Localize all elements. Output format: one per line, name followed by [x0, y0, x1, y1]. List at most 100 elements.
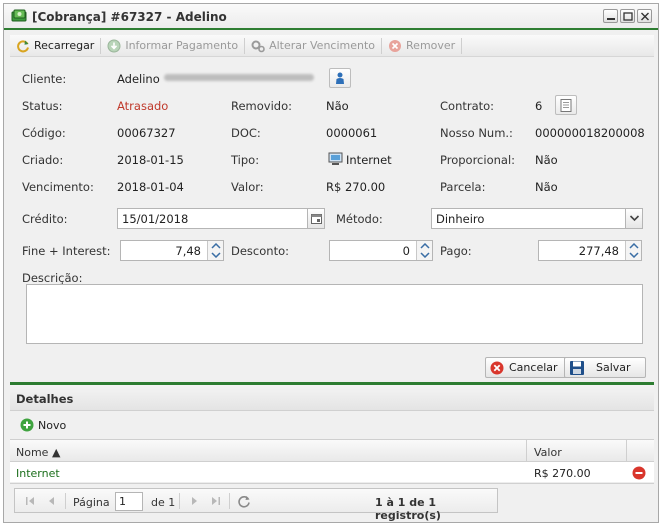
remove-label: Remover — [406, 39, 456, 52]
column-divider — [526, 440, 527, 462]
new-item-label: Novo — [38, 418, 67, 432]
contract-label: Contrato: — [440, 99, 495, 113]
remove-button[interactable]: Remover — [382, 36, 461, 56]
created-label: Criado: — [22, 153, 64, 167]
discount-spinner[interactable] — [416, 241, 432, 260]
refresh-icon[interactable] — [237, 494, 251, 508]
paid-spinner[interactable] — [625, 241, 641, 260]
details-title: Detalhes — [16, 392, 74, 406]
method-dropdown-trigger[interactable] — [625, 208, 643, 229]
payment-icon — [107, 39, 121, 52]
toolbar-divider — [461, 37, 463, 54]
spin-up-icon — [420, 243, 430, 249]
previous-page-icon[interactable] — [45, 494, 59, 508]
close-button[interactable] — [637, 9, 652, 23]
method-label: Método: — [336, 212, 383, 226]
created-value: 2018-01-15 — [117, 153, 184, 167]
pagination-bar: Página 1 de 1 1 à 1 de 1 registro(s) — [10, 483, 654, 522]
type-value: Internet — [346, 153, 392, 167]
grid-header: Nome ▲ Valor — [10, 439, 654, 462]
document-icon — [560, 99, 572, 112]
gears-icon — [251, 40, 265, 52]
fine-interest-value: 7,48 — [175, 244, 201, 258]
amount-label: Valor: — [231, 180, 264, 194]
amount-value: R$ 270.00 — [326, 180, 386, 194]
spin-down-icon — [629, 252, 639, 258]
discount-label: Desconto: — [231, 244, 289, 258]
main-toolbar: Recarregar Informar Pagamento Alterar Ve… — [10, 35, 654, 57]
save-icon — [570, 360, 584, 375]
installment-value: Não — [535, 180, 558, 194]
details-toolbar: Novo — [10, 411, 654, 439]
fine-interest-field[interactable]: 7,48 — [120, 240, 224, 261]
open-client-button[interactable] — [329, 68, 351, 88]
column-header-value[interactable]: Valor — [534, 446, 562, 459]
first-page-icon[interactable] — [23, 494, 37, 508]
date-picker-trigger[interactable] — [307, 208, 325, 229]
minimize-button[interactable] — [603, 9, 618, 23]
reload-label: Recarregar — [34, 39, 95, 52]
last-page-icon[interactable] — [209, 494, 223, 508]
person-icon — [336, 72, 344, 84]
delete-row-icon[interactable] — [632, 466, 646, 480]
minimize-icon — [607, 18, 615, 20]
pager-divider — [65, 493, 66, 509]
discount-field[interactable]: 0 — [329, 240, 433, 261]
code-value: 00067327 — [117, 126, 176, 140]
description-textarea[interactable] — [26, 284, 643, 344]
description-label: Descrição: — [22, 271, 83, 285]
paid-field[interactable]: 277,48 — [538, 240, 642, 261]
reload-button[interactable]: Recarregar — [10, 36, 100, 56]
fine-interest-label: Fine + Interest: — [22, 244, 111, 258]
chevron-down-icon — [629, 215, 640, 222]
pager-divider — [179, 493, 180, 509]
table-row[interactable]: Internet R$ 270.00 — [10, 463, 654, 483]
reload-icon — [17, 39, 29, 52]
details-panel-header: Detalhes — [10, 385, 654, 411]
cancel-button[interactable]: Cancelar — [485, 357, 567, 378]
credit-label: Crédito: — [22, 212, 68, 226]
paid-label: Pago: — [440, 244, 472, 258]
pager-divider — [229, 493, 230, 509]
remove-icon — [389, 39, 402, 52]
row-value: R$ 270.00 — [534, 467, 591, 480]
paid-value: 277,48 — [578, 244, 619, 258]
type-label: Tipo: — [231, 153, 260, 167]
spin-up-icon — [629, 243, 639, 249]
new-item-button[interactable]: Novo — [14, 415, 72, 435]
save-button[interactable]: Salvar — [564, 357, 646, 378]
computer-icon — [328, 152, 343, 165]
client-label: Cliente: — [22, 72, 67, 86]
method-value: Dinheiro — [436, 212, 485, 226]
row-name[interactable]: Internet — [16, 467, 60, 480]
fine-interest-spinner[interactable] — [207, 241, 223, 260]
installment-label: Parcela: — [440, 180, 486, 194]
status-label: Status: — [22, 99, 63, 113]
pagination-toolbar: Página 1 de 1 1 à 1 de 1 registro(s) — [14, 488, 498, 522]
change-due-button[interactable]: Alterar Vencimento — [245, 36, 381, 56]
discount-value: 0 — [402, 244, 410, 258]
cancel-label: Cancelar — [509, 361, 558, 374]
page-number-input[interactable]: 1 — [115, 492, 143, 511]
maximize-button[interactable] — [620, 9, 635, 23]
proportional-value: Não — [535, 153, 558, 167]
open-contract-button[interactable] — [555, 95, 577, 115]
inform-payment-button[interactable]: Informar Pagamento — [101, 36, 244, 56]
method-select[interactable]: Dinheiro — [431, 208, 643, 229]
our-number-label: Nosso Num.: — [440, 126, 513, 140]
charge-form: Cliente: Adelino Status: Atrasado Removi… — [10, 58, 654, 382]
page-count-label: de 1 — [151, 496, 176, 509]
doc-value: 0000061 — [326, 126, 378, 140]
next-page-icon[interactable] — [187, 494, 201, 508]
change-due-label: Alterar Vencimento — [269, 39, 376, 52]
code-label: Código: — [22, 126, 66, 140]
money-icon — [11, 9, 27, 22]
spin-down-icon — [211, 252, 221, 258]
window-title: [Cobrança] #67327 - Adelino — [32, 10, 227, 24]
window-titlebar[interactable]: [Cobrança] #67327 - Adelino — [4, 4, 658, 30]
due-value: 2018-01-04 — [117, 180, 184, 194]
client-value: Adelino — [117, 72, 160, 86]
contract-value: 6 — [535, 99, 543, 113]
credit-date-field[interactable]: 15/01/2018 — [117, 208, 325, 229]
column-header-name[interactable]: Nome ▲ — [16, 446, 60, 459]
